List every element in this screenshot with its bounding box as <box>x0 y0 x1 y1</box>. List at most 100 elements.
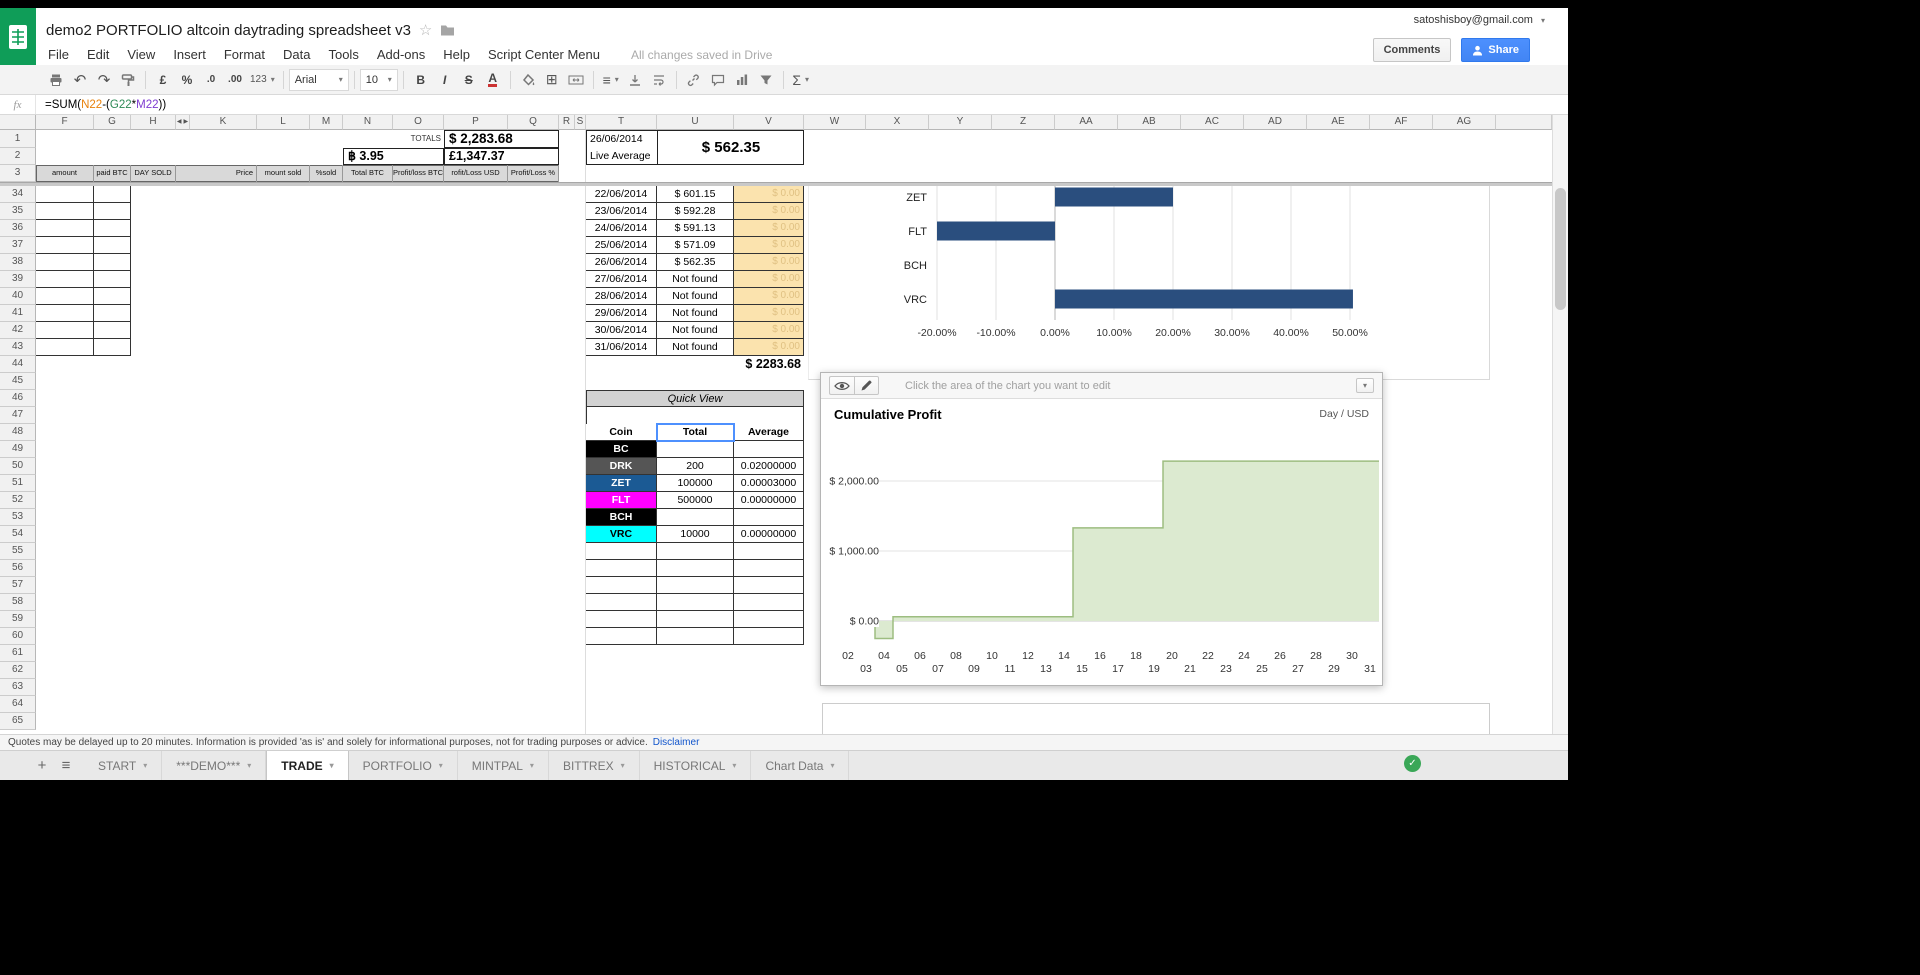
cell-U39[interactable]: Not found <box>657 271 734 288</box>
cell-T39[interactable]: 27/06/2014 <box>586 271 657 288</box>
cell-F3[interactable]: amount <box>36 165 94 182</box>
cell-T42[interactable]: 30/06/2014 <box>586 322 657 339</box>
text-color-button[interactable]: A <box>481 69 505 91</box>
menu-item-insert[interactable]: Insert <box>164 47 215 62</box>
cell-U37[interactable]: $ 571.09 <box>657 237 734 254</box>
share-button[interactable]: Share <box>1461 38 1530 62</box>
cell-U40[interactable]: Not found <box>657 288 734 305</box>
cell-F38[interactable] <box>36 254 94 271</box>
bold-button[interactable]: B <box>409 69 433 91</box>
merge-cells-button[interactable] <box>564 69 588 91</box>
quick-view-header-total[interactable]: Total <box>657 424 734 441</box>
percent-format-button[interactable]: % <box>175 69 199 91</box>
decrease-decimals-button[interactable]: .0 <box>199 69 223 91</box>
chart-preview-button[interactable] <box>829 376 854 395</box>
quick-view-header-average[interactable]: Average <box>734 424 804 441</box>
star-icon[interactable]: ☆ <box>419 21 432 39</box>
fill-color-button[interactable] <box>516 69 540 91</box>
row-header-53[interactable]: 53 <box>0 509 36 526</box>
sheet-tab-chart-data[interactable]: Chart Data▾ <box>751 751 849 780</box>
column-header-U[interactable]: U <box>657 115 734 130</box>
partially-visible-chart[interactable] <box>822 703 1490 734</box>
vertical-scrollbar[interactable] <box>1552 115 1568 734</box>
row-header-56[interactable]: 56 <box>0 560 36 577</box>
cell-T41[interactable]: 29/06/2014 <box>586 305 657 322</box>
borders-button[interactable]: ⊞ <box>540 69 564 91</box>
cell-P2-gbp-total[interactable]: £1,347.37 <box>444 148 559 165</box>
cell-F41[interactable] <box>36 305 94 322</box>
cell-L3[interactable]: mount sold <box>257 165 310 182</box>
cell-O3[interactable]: Profit/loss BTC <box>393 165 444 182</box>
sheet-tab-mintpal[interactable]: MINTPAL▾ <box>458 751 549 780</box>
quick-view-total-BCH[interactable] <box>657 509 734 526</box>
menu-item-file[interactable]: File <box>46 47 78 62</box>
cell-V42[interactable]: $ 0.00 <box>734 322 804 339</box>
cell-N3[interactable]: Total BTC <box>343 165 393 182</box>
insert-link-button[interactable] <box>682 69 706 91</box>
column-header-R[interactable]: R <box>559 115 575 130</box>
cell-U35[interactable]: $ 592.28 <box>657 203 734 220</box>
cell-V55[interactable] <box>734 543 804 560</box>
column-header-V[interactable]: V <box>734 115 804 130</box>
cell-V60[interactable] <box>734 628 804 645</box>
row-header-47[interactable]: 47 <box>0 407 36 424</box>
quick-view-average-BC[interactable] <box>734 441 804 458</box>
row-header-52[interactable]: 52 <box>0 492 36 509</box>
cell-G39[interactable] <box>94 271 131 288</box>
hidden-columns-left-icon[interactable]: ◀ <box>176 115 183 129</box>
quick-view-total-BC[interactable] <box>657 441 734 458</box>
text-wrap-button[interactable] <box>647 69 671 91</box>
cell-U58[interactable] <box>657 594 734 611</box>
row-header-45[interactable]: 45 <box>0 373 36 390</box>
cell-U42[interactable]: Not found <box>657 322 734 339</box>
cell-V34[interactable]: $ 0.00 <box>734 186 804 203</box>
functions-button[interactable]: Σ▾ <box>789 69 813 91</box>
row-header-36[interactable]: 36 <box>0 220 36 237</box>
row-header-34[interactable]: 34 <box>0 186 36 203</box>
cell-T43[interactable]: 31/06/2014 <box>586 339 657 356</box>
column-header-H[interactable]: H <box>131 115 176 130</box>
column-header-Q[interactable]: Q <box>508 115 559 130</box>
row-header-1[interactable]: 1 <box>0 130 36 148</box>
undo-button[interactable]: ↶ <box>68 69 92 91</box>
row-header-54[interactable]: 54 <box>0 526 36 543</box>
row-header-2[interactable]: 2 <box>0 148 36 165</box>
quick-view-coin-DRK[interactable]: DRK <box>586 458 657 475</box>
column-header-N[interactable]: N <box>343 115 393 130</box>
column-header-S[interactable]: S <box>575 115 586 130</box>
column-header-AF[interactable]: AF <box>1370 115 1433 130</box>
increase-decimals-button[interactable]: .00 <box>223 69 247 91</box>
cell-T58[interactable] <box>586 594 657 611</box>
cell-K3[interactable]: Price <box>190 165 257 182</box>
row-header-65[interactable]: 65 <box>0 713 36 730</box>
cell-U1-live-average-value[interactable]: $ 562.35 <box>657 130 804 165</box>
insert-chart-button[interactable] <box>730 69 754 91</box>
quick-view-coin-FLT[interactable]: FLT <box>586 492 657 509</box>
print-button[interactable] <box>44 69 68 91</box>
row-header-39[interactable]: 39 <box>0 271 36 288</box>
sheet-tab-portfolio[interactable]: PORTFOLIO▾ <box>349 751 458 780</box>
quick-view-average-FLT[interactable]: 0.00000000 <box>734 492 804 509</box>
column-header-AA[interactable]: AA <box>1055 115 1118 130</box>
scrollbar-thumb[interactable] <box>1555 188 1566 310</box>
cumulative-profit-area-chart[interactable]: $ 2,000.00$ 1,000.00$ 0.0002040608101214… <box>821 429 1382 685</box>
column-header-AC[interactable]: AC <box>1181 115 1244 130</box>
cell-U38[interactable]: $ 562.35 <box>657 254 734 271</box>
row-header-35[interactable]: 35 <box>0 203 36 220</box>
cell-T36[interactable]: 24/06/2014 <box>586 220 657 237</box>
cell-T1-live-date[interactable]: 26/06/2014 <box>586 130 657 148</box>
currency-format-button[interactable]: £ <box>151 69 175 91</box>
cell-U41[interactable]: Not found <box>657 305 734 322</box>
cell-G40[interactable] <box>94 288 131 305</box>
cell-T37[interactable]: 25/06/2014 <box>586 237 657 254</box>
strikethrough-button[interactable]: S <box>457 69 481 91</box>
row-header-3[interactable]: 3 <box>0 165 36 182</box>
cell-G34[interactable] <box>94 186 131 203</box>
menu-item-format[interactable]: Format <box>215 47 274 62</box>
sheet-tab-historical[interactable]: HISTORICAL▾ <box>640 751 752 780</box>
column-header-AE[interactable]: AE <box>1307 115 1370 130</box>
quick-view-coin-BC[interactable]: BC <box>586 441 657 458</box>
cell-T40[interactable]: 28/06/2014 <box>586 288 657 305</box>
font-size-select[interactable]: 10▾ <box>360 69 398 91</box>
coin-profitloss-bar-chart[interactable]: -20.00%-10.00%0.00%10.00%20.00%30.00%40.… <box>808 186 1490 380</box>
